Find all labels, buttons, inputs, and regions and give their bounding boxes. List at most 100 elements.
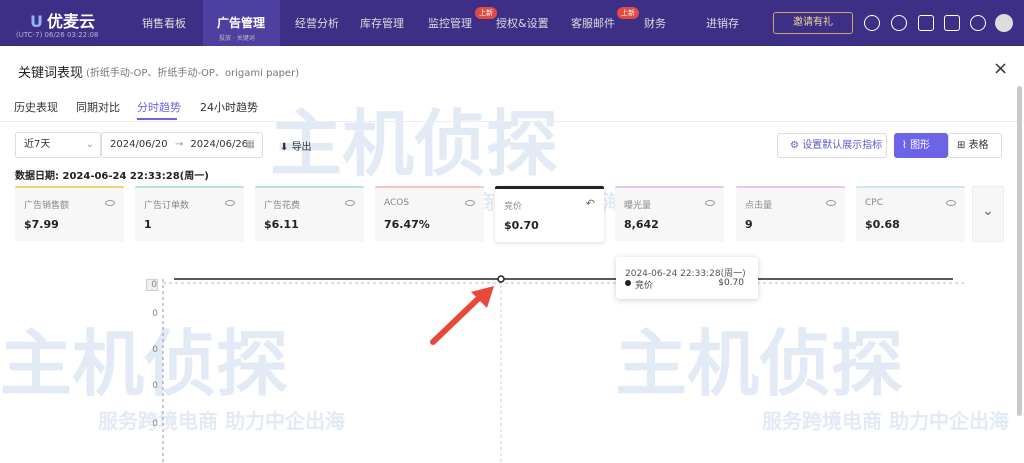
arrow-annotation <box>430 293 484 345</box>
invite-button[interactable]: 邀请有礼 <box>773 12 853 34</box>
export-button[interactable]: ⬇ 导出 <box>280 138 312 153</box>
nav-item-cs-email[interactable]: 客服邮件 <box>571 15 615 31</box>
nav-item-sales-board[interactable]: 销售看板 <box>142 15 186 31</box>
eye-icon[interactable] <box>105 200 115 206</box>
tab-history[interactable]: 历史表现 <box>14 99 58 115</box>
headset-icon[interactable] <box>864 15 880 31</box>
y-tick-label: 0 <box>152 345 158 355</box>
tab-timeshare-trend[interactable]: 分时趋势 <box>137 99 181 115</box>
metric-label: 广告销售额 <box>24 201 70 211</box>
scrollbar[interactable] <box>1017 86 1022 416</box>
new-badge: 上新 <box>617 7 639 19</box>
brand-logo[interactable]: U 优麦云 <box>30 8 95 32</box>
set-default-metrics-button[interactable]: ⚙ 设置默认展示指标 <box>777 133 887 158</box>
metric-card[interactable]: CPC $0.68 <box>856 186 965 242</box>
tooltip-series-dot <box>625 280 631 286</box>
undo-icon[interactable]: ↶ <box>586 197 595 210</box>
metric-value: 8,642 <box>624 218 659 231</box>
metric-value: $0.70 <box>504 219 539 232</box>
nav-item-monitoring[interactable]: 监控管理 <box>428 15 472 31</box>
y-tick-label: 0 <box>152 309 158 319</box>
dialog-subtitle: (折纸手动-OP、折纸手动-OP、origami paper) <box>86 68 300 79</box>
notes-icon[interactable] <box>918 15 934 31</box>
range-select[interactable]: 近7天 ⌄ <box>15 132 101 158</box>
date-end: 2024/06/26 <box>190 139 249 150</box>
tooltip-series-value: $0.70 <box>718 278 744 288</box>
metric-label: 曝光量 <box>624 201 652 211</box>
date-arrow: → <box>174 139 184 150</box>
data-point <box>497 275 505 283</box>
close-icon[interactable]: × <box>993 58 1008 79</box>
metric-card[interactable]: 广告花费 $6.11 <box>255 186 364 242</box>
metric-label: 竞价 <box>504 202 523 212</box>
watermark-slogan: 服务跨境电商 助力中企出海 <box>762 409 1009 433</box>
expand-metrics-button[interactable]: ⌄ <box>972 186 1004 242</box>
watermark-brand: 主机侦探 <box>270 102 559 186</box>
nav-item-purchase-sales[interactable]: 进销存 <box>706 15 739 31</box>
divider <box>0 121 1024 122</box>
nav-active-label: 广告管理 <box>217 16 266 30</box>
tab-24h-trend[interactable]: 24小时趋势 <box>200 99 258 115</box>
cart-icon[interactable] <box>944 15 960 31</box>
calendar-icon: ▦ <box>245 139 255 150</box>
metric-value: 76.47% <box>384 218 430 231</box>
date-range-picker[interactable]: 2024/06/20 → 2024/06/26 ▦ <box>101 132 263 158</box>
gear-icon: ⚙ <box>790 140 803 151</box>
help-icon[interactable] <box>891 15 907 31</box>
metric-card[interactable]: 广告销售额 $7.99 <box>15 186 124 242</box>
metric-card[interactable]: 广告订单数 1 <box>135 186 244 242</box>
new-badge: 上新 <box>475 7 497 19</box>
tooltip-series-name: 竞价 <box>635 281 654 291</box>
nav-item-ads-management[interactable]: 广告管理 投放 · 关键词 <box>203 0 280 46</box>
metric-value: $0.68 <box>865 218 900 231</box>
metric-value: 9 <box>745 218 753 231</box>
dialog-title: 关键词表现 <box>18 66 84 81</box>
nav-item-business-analysis[interactable]: 经营分析 <box>295 15 339 31</box>
metric-label: ACOS <box>384 198 410 208</box>
graph-view-button[interactable]: ⌇ 图形 <box>894 133 948 158</box>
download-icon: ⬇ <box>280 142 292 153</box>
tab-yoy[interactable]: 同期对比 <box>76 99 120 115</box>
y-tick-label: 0 <box>146 279 158 291</box>
watermark-slogan: 服务跨境电商 助力中企出海 <box>98 409 345 433</box>
logo-icon: U <box>30 12 43 31</box>
nav-item-auth-settings[interactable]: 授权&设置 <box>496 15 549 31</box>
watermark-brand: 主机侦探 <box>0 322 289 406</box>
eye-icon[interactable] <box>705 200 715 206</box>
metric-value: 1 <box>144 218 152 231</box>
eye-icon[interactable] <box>946 200 956 206</box>
metric-label: 点击量 <box>745 201 773 211</box>
eye-icon[interactable] <box>826 200 836 206</box>
metric-label: 广告花费 <box>264 201 301 211</box>
timezone-clock: (UTC-7) 06/26 03:22:08 <box>16 31 99 39</box>
metric-card[interactable]: 曝光量 8,642 <box>615 186 724 242</box>
nav-item-inventory[interactable]: 库存管理 <box>360 15 404 31</box>
metric-value: $6.11 <box>264 218 299 231</box>
chevron-down-icon: ⌄ <box>982 203 994 219</box>
metric-label: CPC <box>865 198 883 208</box>
chevron-down-icon: ⌄ <box>85 139 94 150</box>
bell-icon[interactable] <box>970 15 986 31</box>
eye-icon[interactable] <box>225 200 235 206</box>
eye-icon[interactable] <box>465 200 475 206</box>
tab-indicator <box>137 118 177 120</box>
nav-item-finance[interactable]: 财务 <box>644 15 666 31</box>
eye-icon[interactable] <box>345 200 355 206</box>
y-tick-label: 0 <box>152 381 158 391</box>
top-nav-bar: U 优麦云 (UTC-7) 06/26 03:22:08 销售看板 广告管理 投放… <box>0 0 1024 46</box>
date-start: 2024/06/20 <box>110 139 168 150</box>
avatar[interactable] <box>995 14 1013 32</box>
nav-active-sublabel: 投放 · 关键词 <box>219 35 255 42</box>
table-view-button[interactable]: ⊞ 表格 <box>948 133 1002 158</box>
watermark-brand: 主机侦探 <box>615 322 904 406</box>
grid-icon: ⊞ <box>957 140 969 151</box>
metric-card[interactable]: 竞价 $0.70 ↶ <box>495 186 604 242</box>
metric-card[interactable]: ACOS 76.47% <box>375 186 484 242</box>
arrow-annotation-head <box>471 286 494 308</box>
line-chart-icon: ⌇ <box>902 140 911 151</box>
metric-card[interactable]: 点击量 9 <box>736 186 845 242</box>
y-tick-label: 0 <box>152 419 158 429</box>
metric-value: $7.99 <box>24 218 59 231</box>
data-date-row: 数据日期: 2024-06-24 22:33:28(周一) <box>15 171 209 182</box>
chart-tooltip: 2024-06-24 22:33:28(周一) 竞价 $0.70 <box>616 257 758 299</box>
